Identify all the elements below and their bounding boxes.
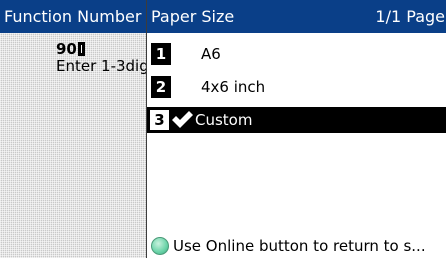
menu-item-a6[interactable]: 1 A6 bbox=[147, 41, 446, 67]
menu-item-custom[interactable]: 3 Custom bbox=[147, 107, 446, 133]
function-number-hint: Enter 1-3digit bbox=[56, 57, 146, 75]
function-number-input[interactable]: 90 bbox=[56, 40, 85, 58]
footer-hint: Use Online button to return to s... bbox=[173, 237, 426, 255]
text-cursor-icon bbox=[77, 42, 85, 56]
check-icon bbox=[172, 111, 193, 128]
function-number-panel: Function Number 90 Enter 1-3digit bbox=[0, 0, 146, 258]
item-number-badge: 2 bbox=[151, 76, 171, 98]
function-number-value: 90 bbox=[56, 40, 77, 58]
menu-item-label: 4x6 inch bbox=[201, 78, 266, 96]
paper-size-header: Paper Size 1/1 Page bbox=[147, 0, 446, 33]
dialog-title: Paper Size bbox=[151, 7, 235, 26]
menu-item-4x6-inch[interactable]: 2 4x6 inch bbox=[147, 74, 446, 100]
menu-item-label: A6 bbox=[201, 45, 221, 63]
page-indicator: 1/1 Page bbox=[375, 7, 445, 26]
online-button-icon bbox=[151, 237, 169, 255]
function-number-header: Function Number bbox=[0, 0, 146, 33]
function-number-title: Function Number bbox=[4, 7, 142, 26]
item-number-badge: 3 bbox=[150, 110, 169, 130]
menu-item-label: Custom bbox=[195, 111, 253, 129]
item-number-badge: 1 bbox=[151, 43, 171, 65]
paper-size-dialog: Paper Size 1/1 Page 1 A6 2 4x6 inch 3 Cu… bbox=[146, 0, 446, 258]
status-footer: Use Online button to return to s... bbox=[147, 234, 446, 258]
